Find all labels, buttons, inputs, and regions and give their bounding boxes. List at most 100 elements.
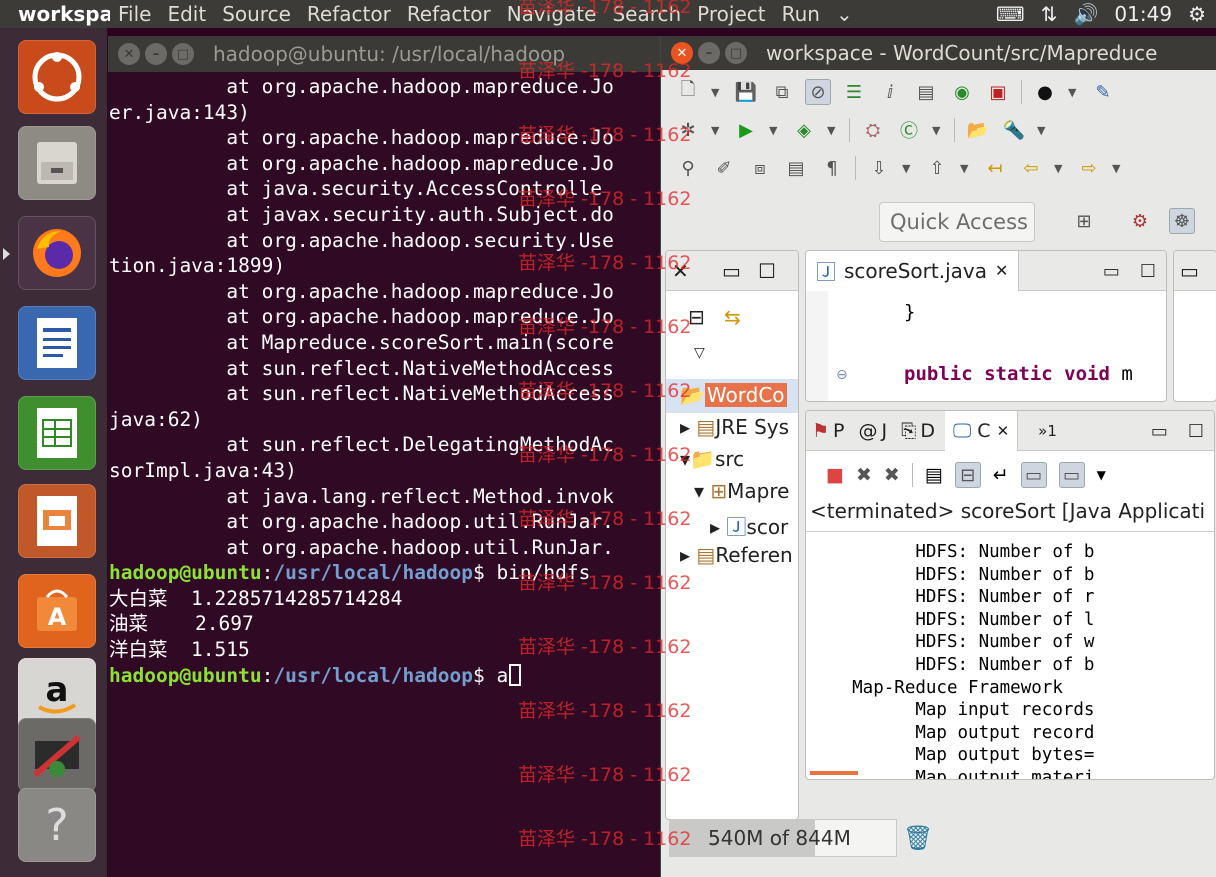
close-icon[interactable]: ✕ [995,261,1008,280]
software-center-icon[interactable]: A [18,574,96,648]
collapse-all-icon[interactable]: ⊟ [688,305,705,329]
eclipse-titlebar[interactable]: ✕ – □ workspace - WordCount/src/Mapreduc… [661,36,1216,70]
maximize-icon[interactable]: □ [172,43,194,65]
annotation-icon[interactable]: ⚲ [675,155,701,181]
open-folder-icon[interactable]: 📂 [965,117,991,143]
declaration-icon[interactable]: ⎘ [887,420,920,442]
back-icon[interactable]: ⇦ [1018,155,1044,181]
quick-access-field[interactable]: Quick Access [879,202,1035,242]
tree-item-jre[interactable]: ▸ ▤JRE Sys [680,415,789,439]
last-edit-icon[interactable]: ↤ [982,155,1008,181]
menu-search[interactable]: Search [604,2,689,26]
tab-overflow[interactable]: »1 [1038,422,1057,440]
chevron-down-icon[interactable]: ▼ [1112,162,1124,175]
keyboard-icon[interactable]: ⌨ [996,2,1025,26]
volume-icon[interactable]: 🔊 [1074,2,1099,26]
menu-file[interactable]: File [110,2,159,26]
toggle-mark-icon[interactable]: ▤ [783,155,809,181]
minimize-icon[interactable]: – [145,43,167,65]
task-list-icon[interactable]: ▤ [913,79,939,105]
skip-breakpoints-icon[interactable]: ⊘ [805,79,831,105]
outline-panel[interactable]: ▭ [1173,250,1216,402]
impress-icon[interactable] [18,484,96,558]
tree-item-java-file[interactable]: ▸ 🄹scor [710,511,788,540]
menu-edit[interactable]: Edit [159,2,214,26]
java-perspective-icon[interactable]: ⚙ [1127,208,1153,234]
chevron-down-icon[interactable]: ▼ [902,162,914,175]
tree-item-references[interactable]: ▸ ▤Referen [680,543,793,567]
menu-refactor[interactable]: Refactor [299,2,399,26]
close-icon[interactable]: ✕ [118,43,140,65]
show-on-output-icon[interactable]: ▭ [1020,462,1047,488]
tree-item-project[interactable]: 📂 WordCo [680,383,787,407]
firefox-icon[interactable] [18,216,96,290]
javadoc-icon[interactable]: ⅈ [877,79,903,105]
save-all-icon[interactable]: ⧉ [769,79,795,105]
gear-icon[interactable]: ⚙ [1188,2,1206,26]
save-icon[interactable]: 💾 [733,79,759,105]
package-explorer[interactable]: ✕ ▭ ☐ ⊟ ⇆ ▽ 📂 WordCo ▸ ▤JRE Sys ▾📁src ▾ ⊞… [665,250,799,820]
calc-icon[interactable] [18,396,96,470]
menu-refactor-2[interactable]: Refactor [399,2,499,26]
next-annotation-icon[interactable]: ⇩ [866,155,892,181]
maximize-icon[interactable]: □ [725,42,747,64]
editor-tab[interactable]: 🄹 scoreSort.java ✕ [806,251,1020,291]
chevron-down-icon[interactable]: ▼ [932,124,944,137]
terminal-output[interactable]: at org.apache.hadoop.mapreduce.Jo er.java… [108,72,668,877]
outline-icon[interactable]: ☰ [841,79,867,105]
menu-project[interactable]: Project [689,2,773,26]
terminal-titlebar[interactable]: ✕ – □ hadoop@ubuntu: /usr/local/hadoop [108,36,668,72]
chevron-down-icon[interactable]: ▼ [769,124,781,137]
remove-all-icon[interactable]: ✖ [884,464,900,486]
clock[interactable]: 01:49 [1114,2,1172,26]
open-type-icon[interactable]: ◉ [949,79,975,105]
minimize-icon[interactable]: – [698,42,720,64]
chevron-down-icon[interactable]: ▼ [1054,162,1066,175]
editor-panel[interactable]: 🄹 scoreSort.java ✕ ▭ ☐ } ⊖ public static… [805,250,1167,402]
chevron-down-icon[interactable]: ▼ [711,86,723,99]
chevron-down-icon[interactable]: ▼ [711,124,723,137]
menu-run[interactable]: Run [774,2,828,26]
close-icon[interactable]: ✕ [671,42,693,64]
maximize-icon[interactable]: ☐ [1140,261,1156,282]
network-icon[interactable]: ⇅ [1041,2,1058,26]
profile-icon[interactable]: ● [1032,79,1058,105]
close-icon[interactable]: ✕ [666,259,689,283]
chevron-down-icon[interactable]: ▼ [827,124,839,137]
debug-icon[interactable]: ✲ [675,117,701,143]
chevron-down-icon[interactable]: ▼ [1097,468,1106,482]
minimize-icon[interactable]: ▭ [1103,261,1120,282]
prompt-input[interactable]: a [496,664,508,687]
scroll-lock-icon[interactable]: ⊟ [954,462,981,488]
tree-item-package[interactable]: ▾ ⊞Mapre [694,479,789,503]
console-panel[interactable]: ⚑ P @ J ⎘ D 🖵 C ✕ »1 ▭ ☐ ■ ✖ ✖ ▤ ⊟ ↵ ▭ ▭ ▼ [805,410,1215,780]
tree-item-src[interactable]: ▾📁src [680,447,744,471]
files-icon[interactable] [18,126,96,200]
word-wrap-icon[interactable]: ↵ [993,464,1009,486]
show-whitespace-icon[interactable]: ¶ [819,155,845,181]
open-resource-icon[interactable]: ▣ [985,79,1011,105]
ubuntu-dash-icon[interactable] [18,40,96,114]
menu-source[interactable]: Source [214,2,299,26]
fold-icon[interactable]: ⊖ [836,367,848,383]
view-menu-chevron-icon[interactable]: ▽ [694,345,705,361]
search-icon[interactable]: 🔦 [1001,117,1027,143]
clear-console-icon[interactable]: ▤ [925,464,943,486]
forward-icon[interactable]: ⇨ [1076,155,1102,181]
tab-declaration[interactable]: D [920,420,935,442]
new-class-icon[interactable]: Ⓒ [896,117,922,143]
highlight-icon[interactable]: ✐ [711,155,737,181]
menu-navigate[interactable]: Navigate [499,2,605,26]
link-editor-icon[interactable]: ⇆ [724,305,741,329]
minimize-icon[interactable]: ▭ [722,259,741,283]
horizontal-scrollbar[interactable] [810,771,858,775]
trash-icon[interactable]: 🗑 [903,824,933,852]
console-output[interactable]: HDFS: Number of b HDFS: Number of b HDFS… [810,541,1094,779]
problems-icon[interactable]: ⚑ [806,420,833,442]
open-perspective-icon[interactable]: ⊞ [1071,208,1097,234]
chevron-down-icon[interactable]: ▼ [960,162,972,175]
system-settings-icon[interactable] [18,718,96,792]
new-java-project-icon[interactable]: ⛭ [860,117,886,143]
remove-launch-icon[interactable]: ✖ [856,464,872,486]
chevron-down-icon[interactable]: ▼ [1037,124,1049,137]
